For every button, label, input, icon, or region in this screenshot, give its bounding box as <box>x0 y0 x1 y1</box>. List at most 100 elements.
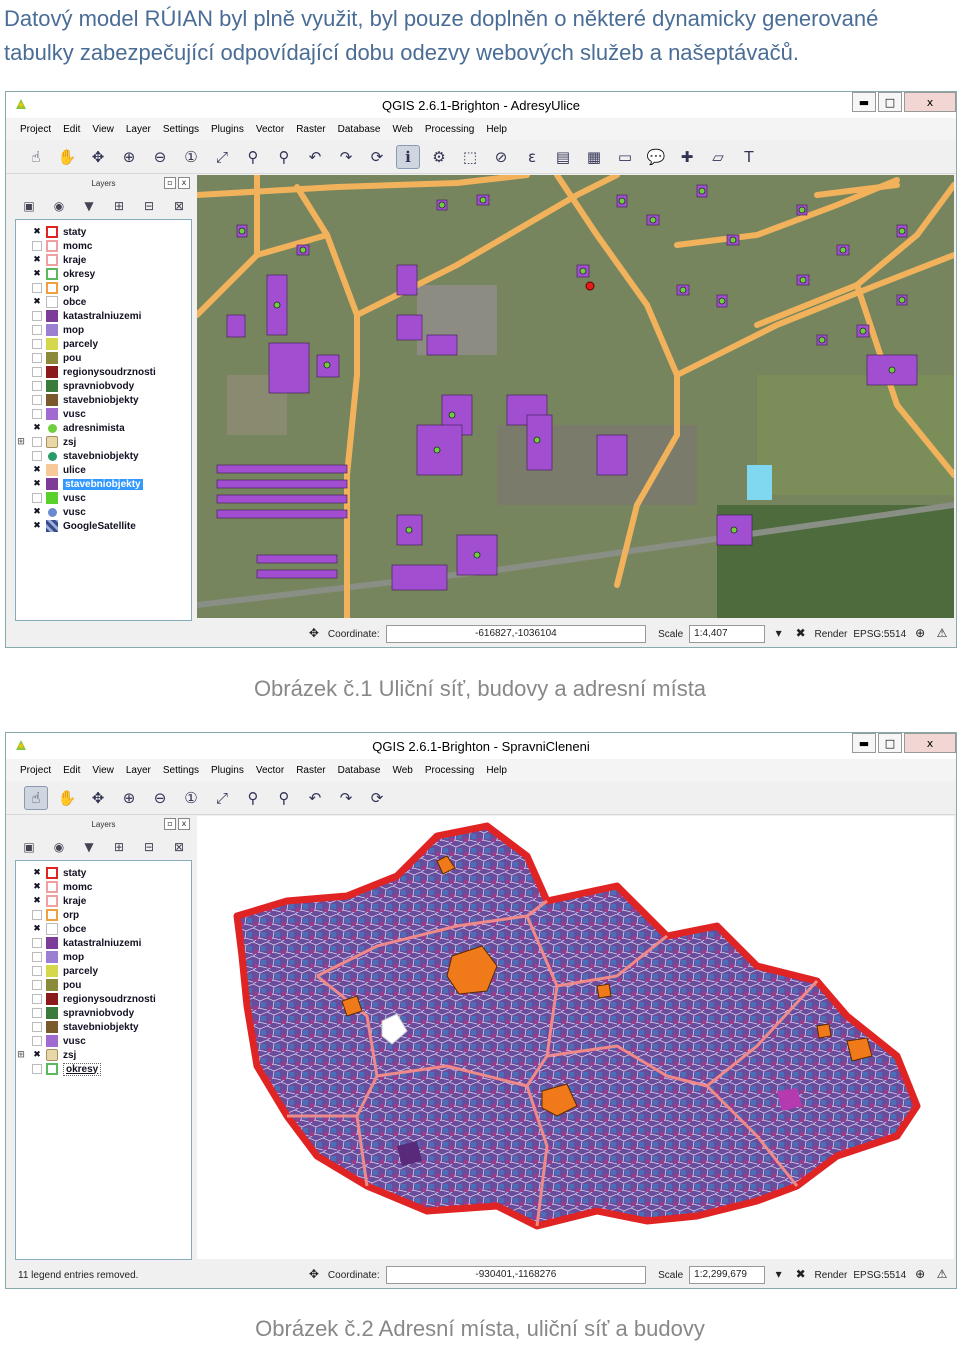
pan-to-selection-icon[interactable]: ✥ <box>86 786 110 810</box>
layer-row-okresy[interactable]: ✖ okresy <box>16 267 191 281</box>
crs-label[interactable]: EPSG:5514 <box>853 629 906 640</box>
layer-row-staty[interactable]: ✖ staty <box>16 225 191 239</box>
coordinate-field[interactable]: -930401,-1168276 <box>385 1266 647 1284</box>
layer-row-momc[interactable]: ✖ momc <box>16 880 191 894</box>
refresh-icon[interactable]: ⟳ <box>365 145 389 169</box>
layer-visibility-checkbox[interactable]: ✖ <box>32 924 42 934</box>
layer-row-vusc[interactable]: vusc <box>16 407 191 421</box>
layer-visibility-checkbox[interactable] <box>32 325 42 335</box>
layer-visibility-checkbox[interactable] <box>32 994 42 1004</box>
layer-row-stavebniobjekty[interactable]: ✖ stavebniobjekty <box>16 477 191 491</box>
close-button[interactable]: x <box>904 92 956 112</box>
show-bookmarks-icon[interactable]: ▱ <box>706 145 730 169</box>
crs-label[interactable]: EPSG:5514 <box>853 1270 906 1281</box>
layer-visibility-checkbox[interactable] <box>32 311 42 321</box>
layer-row-stavebniobjekty[interactable]: stavebniobjekty <box>16 449 191 463</box>
layer-row-regionysoudrznosti[interactable]: regionysoudrznosti <box>16 365 191 379</box>
minimize-button[interactable]: ▬ <box>852 92 876 112</box>
menu-edit[interactable]: Edit <box>63 124 80 135</box>
zoom-next-icon[interactable]: ↷ <box>334 786 358 810</box>
expand-icon[interactable]: ⊞ <box>16 1050 26 1060</box>
menu-plugins[interactable]: Plugins <box>211 765 244 776</box>
zoom-to-layer-icon[interactable]: ⚲ <box>272 145 296 169</box>
menu-raster[interactable]: Raster <box>296 765 325 776</box>
layer-row-orp[interactable]: orp <box>16 281 191 295</box>
menu-database[interactable]: Database <box>338 124 381 135</box>
layer-row-obce[interactable]: ✖ obce <box>16 295 191 309</box>
filter-icon[interactable]: ▼ <box>81 840 97 856</box>
menu-project[interactable]: Project <box>20 124 51 135</box>
filter-icon[interactable]: ▼ <box>81 199 97 215</box>
layer-row-okresy[interactable]: okresy <box>16 1062 191 1076</box>
maximize-button[interactable]: □ <box>878 92 902 112</box>
layer-visibility-checkbox[interactable] <box>32 1036 42 1046</box>
layer-visibility-checkbox[interactable] <box>32 283 42 293</box>
menu-plugins[interactable]: Plugins <box>211 124 244 135</box>
layer-row-regionysoudrznosti[interactable]: regionysoudrznosti <box>16 992 191 1006</box>
layer-visibility-checkbox[interactable]: ✖ <box>32 479 42 489</box>
messages-warning-icon[interactable]: ⚠ <box>934 626 950 642</box>
remove-layer-icon[interactable]: ⊠ <box>171 199 187 215</box>
menu-web[interactable]: Web <box>392 765 412 776</box>
layer-visibility-checkbox[interactable] <box>32 966 42 976</box>
attribute-table-icon[interactable]: ▤ <box>551 145 575 169</box>
map-tips-icon[interactable]: 💬 <box>644 145 668 169</box>
layer-row-katastralniuzemi[interactable]: katastralniuzemi <box>16 309 191 323</box>
menu-settings[interactable]: Settings <box>163 124 199 135</box>
layer-visibility-checkbox[interactable] <box>32 353 42 363</box>
pan-hand-icon[interactable]: ✋ <box>55 145 79 169</box>
menu-edit[interactable]: Edit <box>63 765 80 776</box>
layer-row-spravniobvody[interactable]: spravniobvody <box>16 1006 191 1020</box>
chevron-down-icon[interactable]: ▾ <box>771 1267 787 1283</box>
zoom-in-icon[interactable]: ⊕ <box>117 786 141 810</box>
menu-view[interactable]: View <box>92 765 114 776</box>
layer-visibility-checkbox[interactable]: ✖ <box>32 1050 42 1060</box>
layer-row-parcely[interactable]: parcely <box>16 964 191 978</box>
layer-row-staty[interactable]: ✖ staty <box>16 866 191 880</box>
pan-to-selection-icon[interactable]: ✥ <box>86 145 110 169</box>
layer-visibility-checkbox[interactable]: ✖ <box>32 896 42 906</box>
layer-visibility-checkbox[interactable] <box>32 395 42 405</box>
layer-row-orp[interactable]: orp <box>16 908 191 922</box>
touch-zoom-icon[interactable]: ☝ <box>24 145 48 169</box>
zoom-out-icon[interactable]: ⊖ <box>148 145 172 169</box>
refresh-icon[interactable]: ⟳ <box>365 786 389 810</box>
layer-visibility-checkbox[interactable] <box>32 980 42 990</box>
zoom-last-icon[interactable]: ↶ <box>303 145 327 169</box>
expand-icon[interactable]: ⊞ <box>16 437 26 447</box>
touch-zoom-icon[interactable]: ☝ <box>24 785 48 810</box>
menu-help[interactable]: Help <box>486 124 507 135</box>
layer-row-mop[interactable]: mop <box>16 323 191 337</box>
expand-all-icon[interactable]: ⊞ <box>111 199 127 215</box>
layer-visibility-checkbox[interactable] <box>32 451 42 461</box>
add-group-icon[interactable]: ▣ <box>21 840 37 856</box>
add-group-icon[interactable]: ▣ <box>21 199 37 215</box>
layer-visibility-checkbox[interactable]: ✖ <box>32 255 42 265</box>
layer-visibility-checkbox[interactable]: ✖ <box>32 297 42 307</box>
layer-row-GoogleSatellite[interactable]: ✖ GoogleSatellite <box>16 519 191 533</box>
menu-web[interactable]: Web <box>392 124 412 135</box>
layer-row-adresnimista[interactable]: ✖ adresnimista <box>16 421 191 435</box>
layer-visibility-checkbox[interactable]: ✖ <box>32 423 42 433</box>
menu-help[interactable]: Help <box>486 765 507 776</box>
zoom-to-layer-icon[interactable]: ⚲ <box>272 786 296 810</box>
chevron-down-icon[interactable]: ▾ <box>771 626 787 642</box>
menu-layer[interactable]: Layer <box>126 124 151 135</box>
float-panel-button[interactable]: ▫ <box>164 177 176 189</box>
layer-visibility-checkbox[interactable] <box>32 409 42 419</box>
minimize-button[interactable]: ▬ <box>852 733 876 753</box>
menu-vector[interactable]: Vector <box>256 765 284 776</box>
text-annotation-icon[interactable]: T <box>737 145 761 169</box>
layer-row-kraje[interactable]: ✖ kraje <box>16 253 191 267</box>
coordinate-field[interactable]: -616827,-1036104 <box>385 625 647 643</box>
pan-hand-icon[interactable]: ✋ <box>55 786 79 810</box>
projection-globe-icon[interactable]: ⊕ <box>912 626 928 642</box>
layer-row-vusc[interactable]: vusc <box>16 491 191 505</box>
layer-visibility-checkbox[interactable]: ✖ <box>32 269 42 279</box>
layer-row-kraje[interactable]: ✖ kraje <box>16 894 191 908</box>
zoom-full-icon[interactable]: ⤢ <box>210 145 234 169</box>
select-by-expression-icon[interactable]: ε <box>520 145 544 169</box>
layer-visibility-checkbox[interactable]: ✖ <box>32 882 42 892</box>
menu-database[interactable]: Database <box>338 765 381 776</box>
float-panel-button[interactable]: ▫ <box>164 818 176 830</box>
